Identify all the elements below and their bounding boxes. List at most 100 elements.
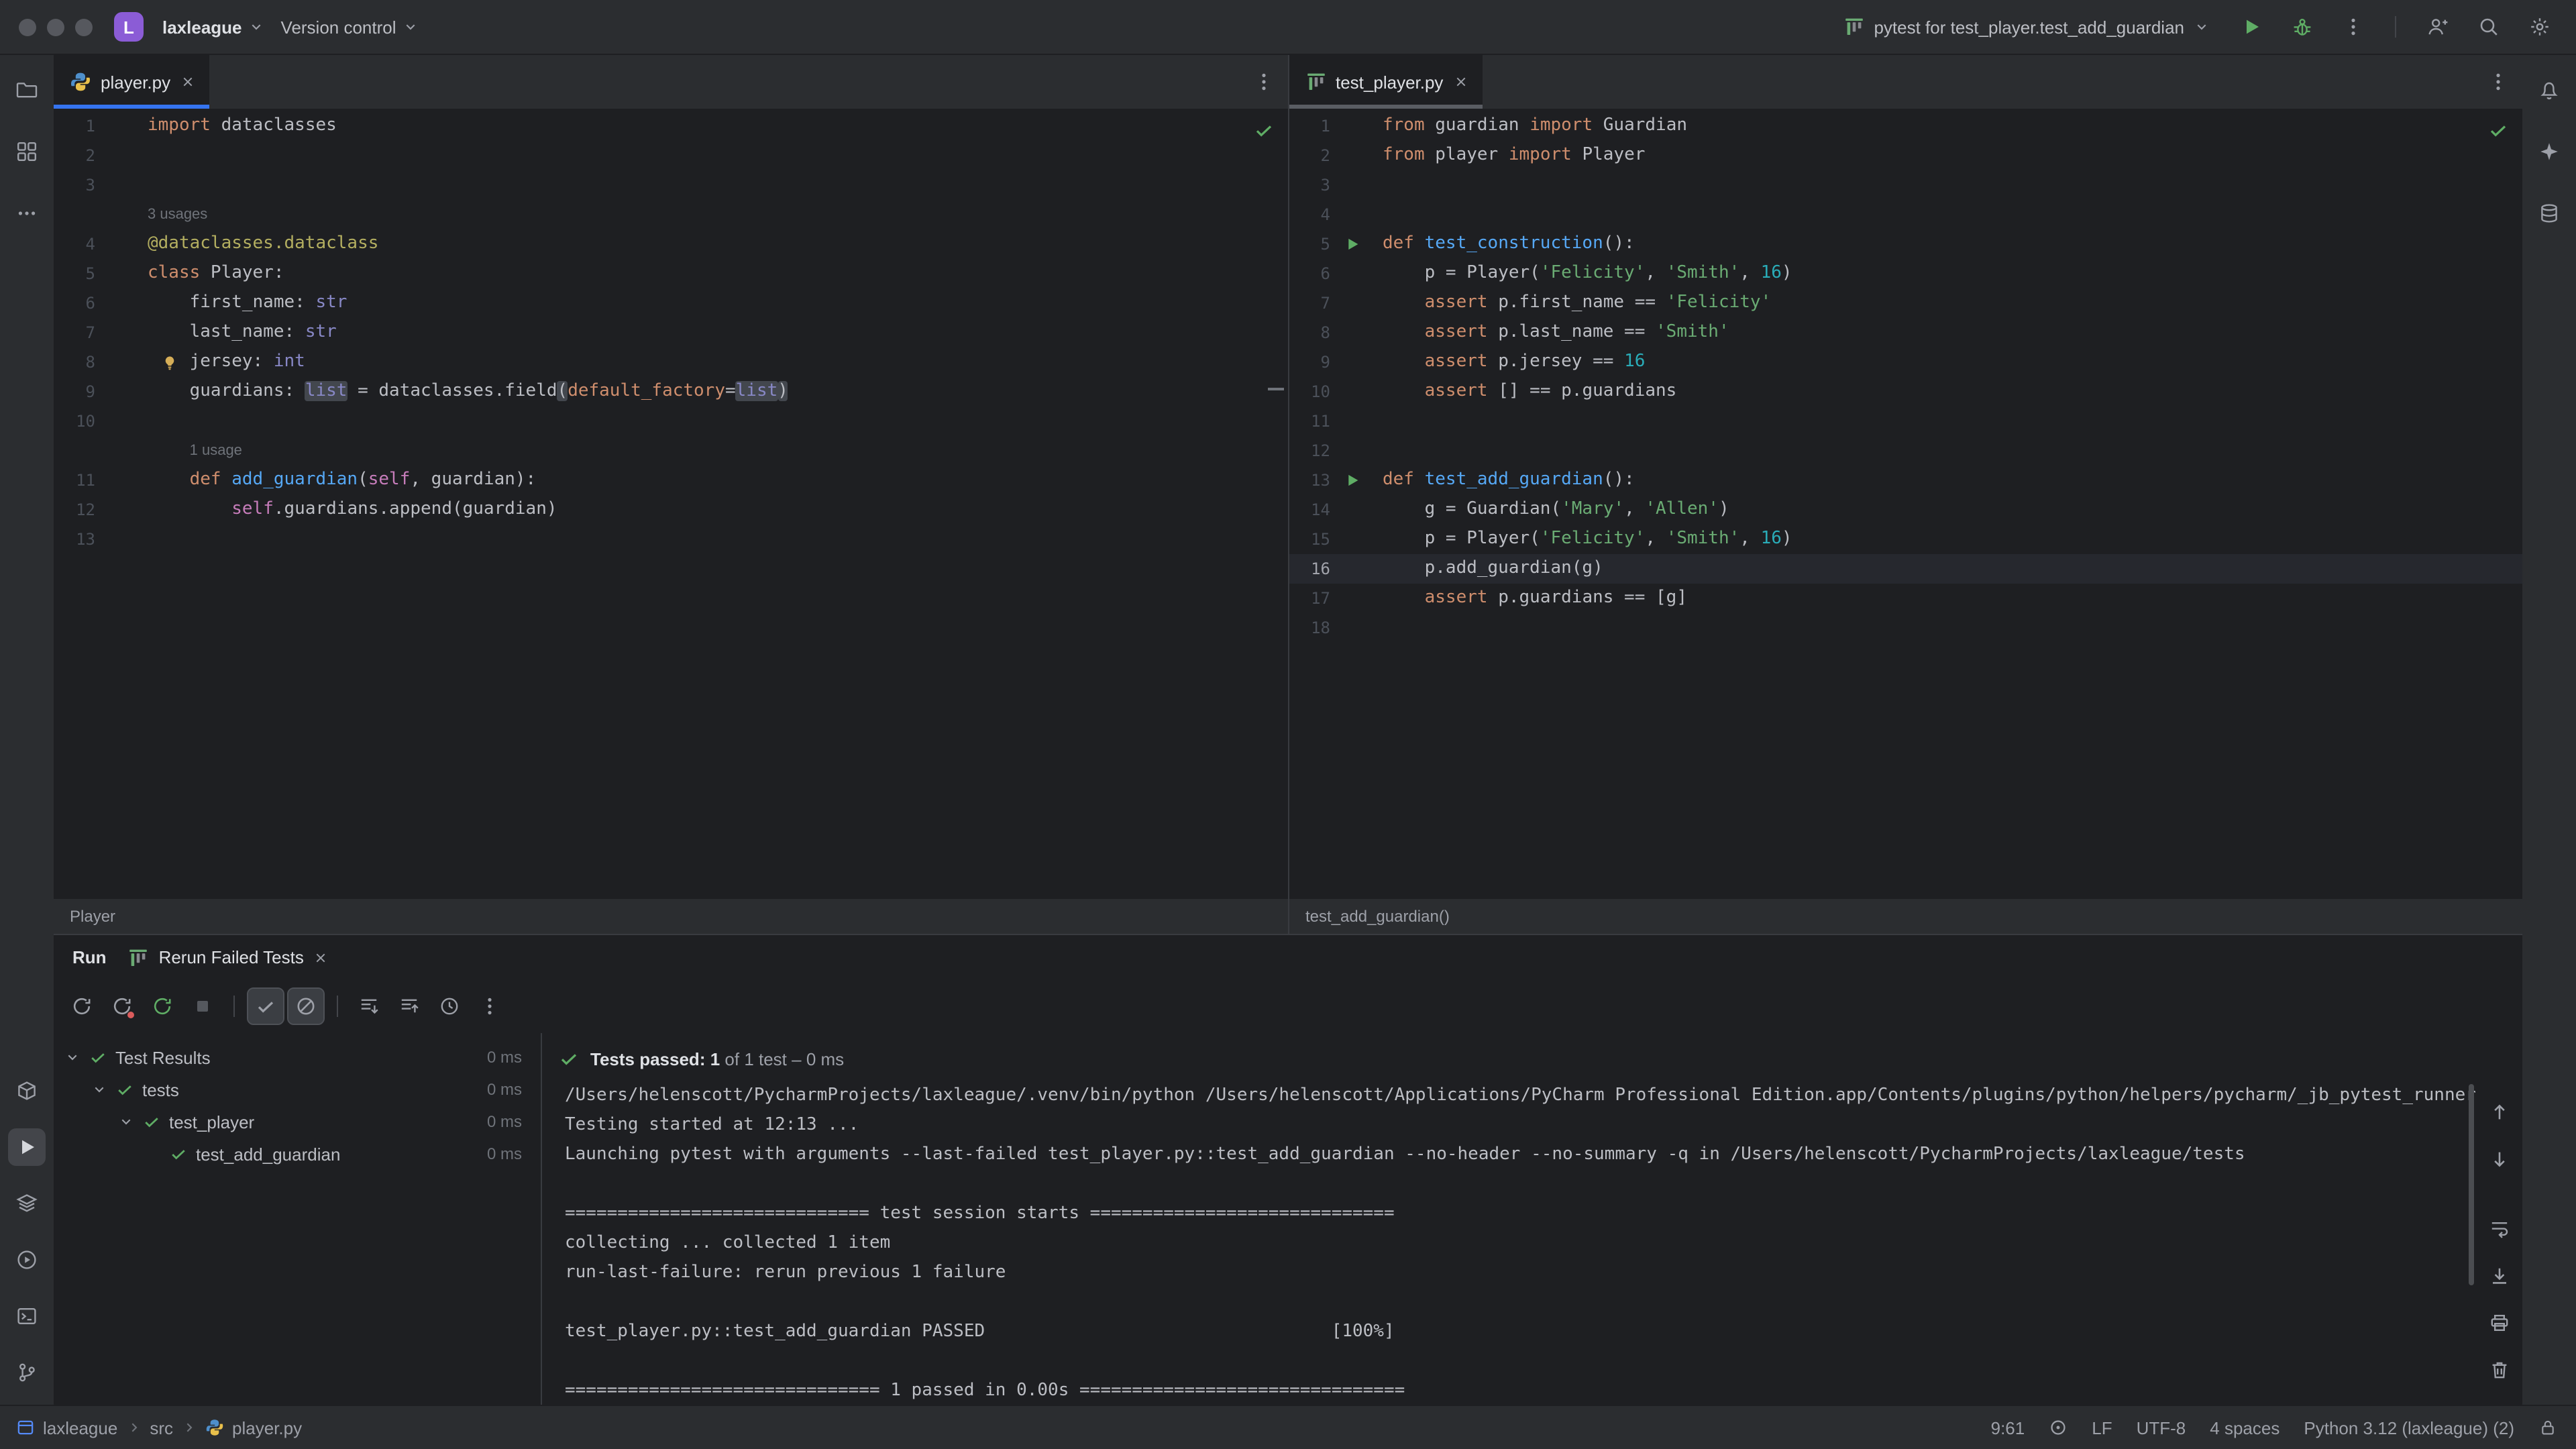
code-line[interactable]: 2: [54, 141, 1287, 170]
caret-position-widget[interactable]: 9:61: [1991, 1417, 2025, 1438]
collapse-all-button[interactable]: [392, 989, 427, 1024]
more-options-button[interactable]: [472, 989, 507, 1024]
more-run-actions-button[interactable]: [2336, 9, 2371, 44]
run-test-gutter-icon[interactable]: [1344, 236, 1360, 252]
inspections-ok-icon[interactable]: [1252, 119, 1274, 141]
scroll-up-button[interactable]: [2482, 1095, 2517, 1130]
code-line[interactable]: 9 guardians: list = dataclasses.field(de…: [54, 377, 1287, 407]
settings-button[interactable]: [2522, 9, 2557, 44]
structure-tool-button[interactable]: [8, 133, 46, 170]
code-line[interactable]: 10 assert [] == p.guardians: [1289, 377, 2522, 407]
print-button[interactable]: [2482, 1305, 2517, 1340]
terminal-tool-button[interactable]: [8, 1297, 46, 1335]
run-test-gutter-icon[interactable]: [1344, 472, 1360, 488]
usages-inlay-line[interactable]: 3 usages: [54, 200, 1287, 229]
code-line[interactable]: 6 first_name: str: [54, 288, 1287, 318]
code-line[interactable]: 12 self.guardians.append(guardian): [54, 495, 1287, 525]
code-line[interactable]: 18: [1289, 613, 2522, 643]
status-indicator-widget[interactable]: [2049, 1418, 2068, 1437]
code-line[interactable]: 7 assert p.first_name == 'Felicity': [1289, 288, 2522, 318]
test-tree-item[interactable]: test_add_guardian 0 ms: [64, 1138, 541, 1170]
usages-inlay[interactable]: 3 usages: [148, 200, 207, 229]
code-line[interactable]: 2 from player import Player: [1289, 141, 2522, 170]
code-line[interactable]: 3: [54, 170, 1287, 200]
show-ignored-toggle[interactable]: [287, 987, 325, 1025]
readonly-lock-widget[interactable]: [2538, 1418, 2557, 1437]
indent-widget[interactable]: 4 spaces: [2210, 1417, 2279, 1438]
interpreter-widget[interactable]: Python 3.12 (laxleague) (2): [2304, 1417, 2514, 1438]
console-scrollbar[interactable]: [2469, 1084, 2474, 1285]
code-line[interactable]: 9 assert p.jersey == 16: [1289, 347, 2522, 377]
vcs-menu-button[interactable]: Version control: [273, 11, 427, 42]
tab-options-button[interactable]: [2487, 71, 2509, 93]
code-line[interactable]: 1 from guardian import Guardian: [1289, 111, 2522, 141]
chevron-down-icon[interactable]: [64, 1049, 80, 1065]
project-selector[interactable]: laxleague: [154, 11, 273, 42]
code-line[interactable]: 16 p.add_guardian(g): [1289, 554, 2522, 584]
stop-button[interactable]: [185, 989, 220, 1024]
code-line[interactable]: 8 jersey: int: [54, 347, 1287, 377]
window-close-button[interactable]: [19, 18, 36, 36]
tab-player-py[interactable]: player.py: [54, 55, 210, 109]
notifications-button[interactable]: [2530, 71, 2568, 109]
test-tree-item[interactable]: Test Results 0 ms: [64, 1041, 541, 1073]
chevron-down-icon[interactable]: [91, 1081, 107, 1097]
code-line[interactable]: 8 assert p.last_name == 'Smith': [1289, 318, 2522, 347]
soft-wrap-button[interactable]: [2482, 1212, 2517, 1246]
inspections-ok-icon[interactable]: [2487, 119, 2509, 141]
breadcrumb-player[interactable]: Player: [54, 899, 1288, 934]
window-zoom-button[interactable]: [75, 18, 93, 36]
code-line[interactable]: 14 g = Guardian('Mary', 'Allen'): [1289, 495, 2522, 525]
expand-all-button[interactable]: [352, 989, 386, 1024]
scroll-down-button[interactable]: [2482, 1142, 2517, 1177]
run-tool-button[interactable]: [8, 1128, 46, 1166]
code-editor-test-player[interactable]: 1 from guardian import Guardian 2 from play…: [1289, 109, 2522, 899]
run-toolwindow-title[interactable]: Run: [72, 947, 107, 967]
nav-crumb-project[interactable]: laxleague: [43, 1417, 117, 1438]
more-tool-windows-button[interactable]: [8, 195, 46, 232]
debug-button[interactable]: [2285, 9, 2320, 44]
test-tree-item[interactable]: test_player 0 ms: [64, 1106, 541, 1138]
code-line[interactable]: 17 assert p.guardians == [g]: [1289, 584, 2522, 613]
search-everywhere-button[interactable]: [2471, 9, 2506, 44]
run-configuration-selector[interactable]: pytest for test_player.test_add_guardian: [1835, 11, 2218, 43]
line-separator-widget[interactable]: LF: [2092, 1417, 2112, 1438]
window-minimize-button[interactable]: [47, 18, 64, 36]
code-line[interactable]: 3: [1289, 170, 2522, 200]
code-line[interactable]: 12: [1289, 436, 2522, 466]
python-packages-button[interactable]: [8, 1072, 46, 1110]
sort-by-duration-button[interactable]: [432, 989, 467, 1024]
code-line[interactable]: 15 p = Player('Felicity', 'Smith', 16): [1289, 525, 2522, 554]
tab-options-button[interactable]: [1252, 71, 1274, 93]
code-line[interactable]: 5 def test_construction():: [1289, 229, 2522, 259]
console-output[interactable]: /Users/helenscott/PycharmProjects/laxlea…: [565, 1081, 2477, 1403]
code-line[interactable]: 1 import dataclasses: [54, 111, 1287, 141]
breadcrumb-test-player[interactable]: test_add_guardian(): [1288, 899, 2522, 934]
run-button[interactable]: [2234, 9, 2269, 44]
clear-all-button[interactable]: [2482, 1352, 2517, 1387]
database-button[interactable]: [2530, 195, 2568, 232]
close-tab-icon[interactable]: [180, 74, 196, 90]
rerun-button[interactable]: [64, 989, 99, 1024]
code-line[interactable]: 5 class Player:: [54, 259, 1287, 288]
tab-test-player-py[interactable]: test_player.py: [1289, 55, 1483, 109]
code-line[interactable]: 4 @dataclasses.dataclass: [54, 229, 1287, 259]
show-passed-toggle[interactable]: [247, 987, 284, 1025]
code-line[interactable]: 6 p = Player('Felicity', 'Smith', 16): [1289, 259, 2522, 288]
code-line[interactable]: 13: [54, 525, 1287, 554]
chevron-down-icon[interactable]: [118, 1114, 134, 1130]
nav-crumb-src[interactable]: src: [150, 1417, 173, 1438]
encoding-widget[interactable]: UTF-8: [2137, 1417, 2186, 1438]
run-tab-rerun-failed-tests[interactable]: Rerun Failed Tests: [128, 947, 329, 968]
toggle-auto-test-button[interactable]: [145, 989, 180, 1024]
code-line[interactable]: 13 def test_add_guardian():: [1289, 466, 2522, 495]
close-tab-icon[interactable]: [313, 949, 329, 965]
code-line[interactable]: 10: [54, 407, 1287, 436]
code-line[interactable]: 11: [1289, 407, 2522, 436]
test-tree-item[interactable]: tests 0 ms: [64, 1073, 541, 1106]
code-with-me-button[interactable]: [2420, 9, 2455, 44]
usages-inlay[interactable]: 1 usage: [148, 436, 242, 466]
python-console-button[interactable]: [8, 1241, 46, 1279]
nav-crumb-file[interactable]: player.py: [232, 1417, 302, 1438]
usages-inlay-line[interactable]: 1 usage: [54, 436, 1287, 466]
